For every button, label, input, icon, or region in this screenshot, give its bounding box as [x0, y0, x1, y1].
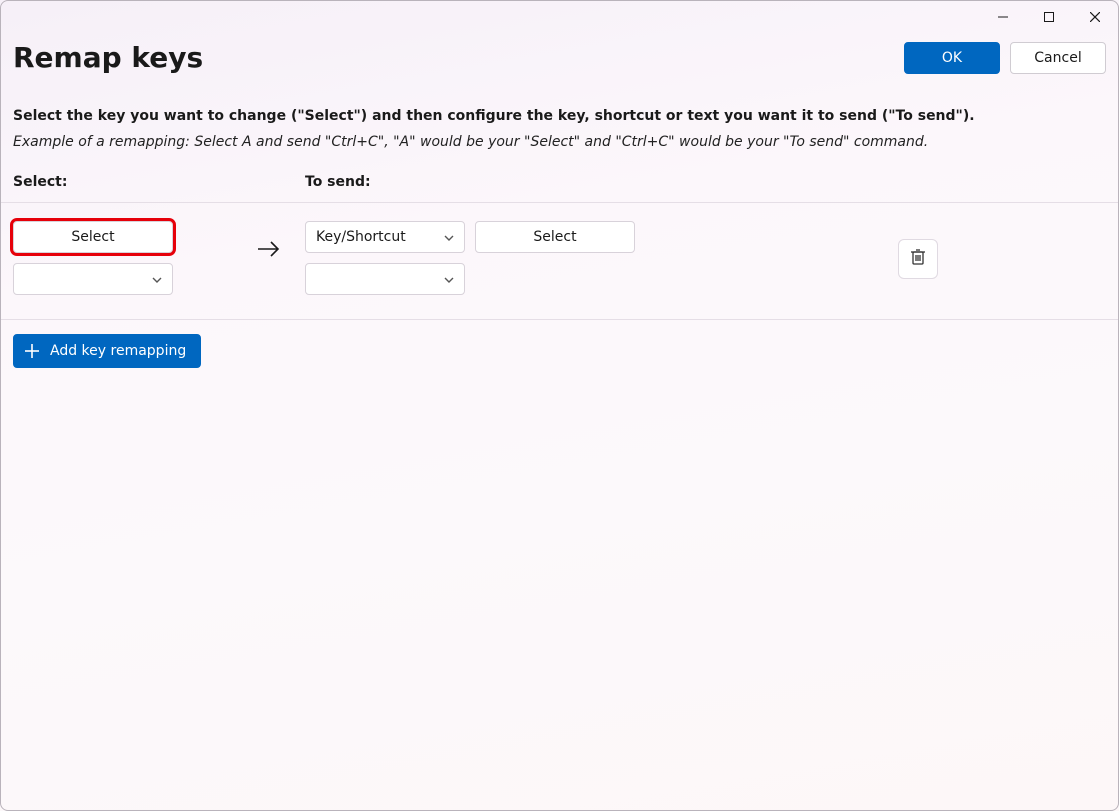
select-key-dropdown[interactable]	[13, 263, 173, 295]
chevron-down-icon	[444, 271, 454, 287]
top-buttons: OK Cancel	[904, 42, 1106, 74]
column-header-to-send: To send:	[305, 174, 371, 190]
send-key-dropdown[interactable]	[305, 263, 465, 295]
add-key-remapping-button[interactable]: Add key remapping	[13, 334, 201, 368]
add-key-remapping-label: Add key remapping	[50, 343, 186, 359]
intro-line-1: Select the key you want to change ("Sele…	[13, 108, 1106, 124]
title-bar-controls	[980, 1, 1118, 33]
arrow-icon	[233, 221, 305, 259]
column-header-select: Select:	[13, 174, 305, 190]
minimize-button[interactable]	[980, 1, 1026, 33]
delete-column	[898, 221, 1106, 279]
send-type-dropdown[interactable]: Key/Shortcut	[305, 221, 465, 253]
intro-line-2: Example of a remapping: Select A and sen…	[13, 134, 1106, 150]
mapping-row: Select Key/Shortcut	[1, 203, 1118, 320]
maximize-button[interactable]	[1026, 1, 1072, 33]
close-button[interactable]	[1072, 1, 1118, 33]
chevron-down-icon	[444, 229, 454, 245]
chevron-down-icon	[152, 271, 162, 287]
select-key-button[interactable]: Select	[13, 221, 173, 253]
column-headers: Select: To send:	[1, 150, 1118, 203]
ok-button[interactable]: OK	[904, 42, 1000, 74]
send-type-dropdown-value: Key/Shortcut	[316, 229, 406, 245]
header-row: Remap keys OK Cancel	[1, 1, 1118, 74]
add-row: Add key remapping	[1, 320, 1118, 382]
send-select-button[interactable]: Select	[475, 221, 635, 253]
window: Remap keys OK Cancel Select the key you …	[0, 0, 1119, 811]
trash-icon	[910, 248, 926, 270]
mapping-to-send-column: Key/Shortcut Select	[305, 221, 1106, 295]
cancel-button[interactable]: Cancel	[1010, 42, 1106, 74]
plus-icon	[24, 343, 40, 359]
intro-text: Select the key you want to change ("Sele…	[1, 74, 1118, 150]
delete-mapping-button[interactable]	[898, 239, 938, 279]
page-title: Remap keys	[13, 41, 203, 74]
mapping-select-column: Select	[13, 221, 233, 295]
